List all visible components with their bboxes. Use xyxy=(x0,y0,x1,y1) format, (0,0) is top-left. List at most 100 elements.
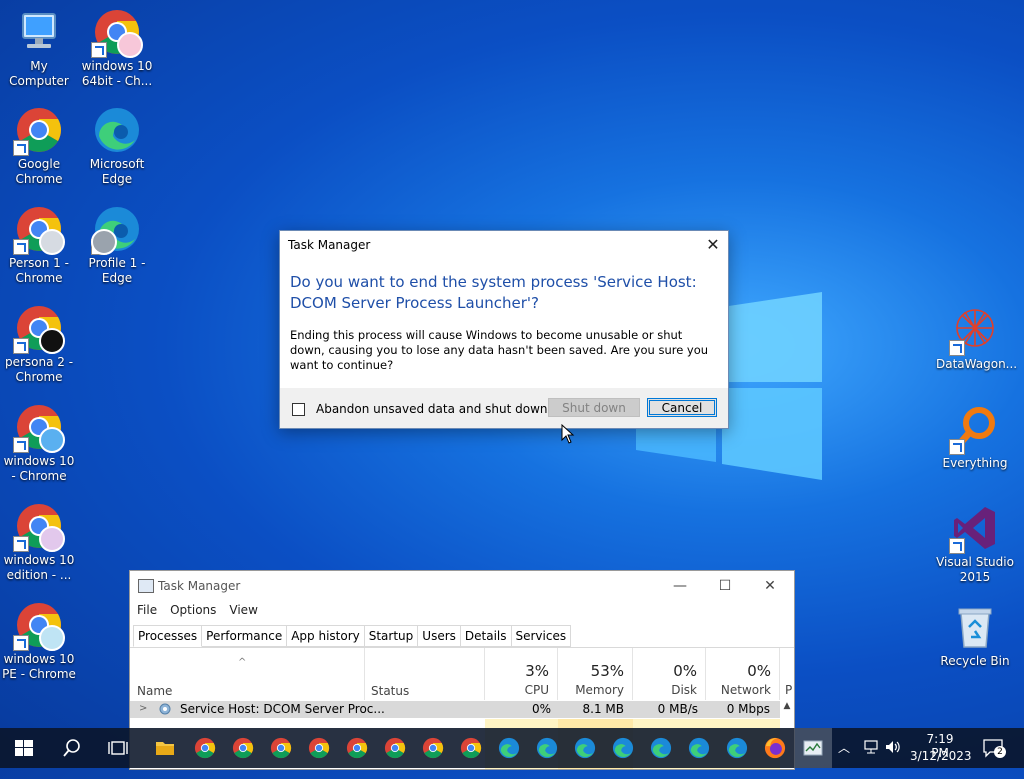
desktop-icon-persona2-chrome[interactable]: persona 2 - Chrome xyxy=(0,304,78,385)
network-icon[interactable] xyxy=(862,739,880,779)
taskbar-edge-5[interactable] xyxy=(642,728,680,768)
task-manager-titlebar[interactable]: Task Manager — ☐ ✕ xyxy=(130,571,794,601)
abandon-data-checkbox[interactable] xyxy=(292,403,305,416)
abandon-data-label[interactable]: Abandon unsaved data and shut down. xyxy=(316,402,551,416)
taskbar-edge-4[interactable] xyxy=(604,728,642,768)
taskbar-chrome-2[interactable] xyxy=(224,728,262,768)
start-button[interactable] xyxy=(5,728,43,768)
process-disk: 0 MB/s xyxy=(657,702,698,716)
cpu-label: CPU xyxy=(524,683,549,697)
shutdown-button[interactable]: Shut down xyxy=(548,398,640,417)
dialog-heading: Do you want to end the system process 'S… xyxy=(290,273,697,312)
scroll-up-button[interactable]: ▲ xyxy=(780,701,794,718)
desktop-icon-my-computer[interactable]: My Computer xyxy=(0,8,78,89)
taskbar-chrome-5[interactable] xyxy=(338,728,376,768)
tab-processes[interactable]: Processes xyxy=(133,625,203,647)
desktop-icon-visual-studio-2015[interactable]: Visual Studio 2015 xyxy=(936,504,1014,585)
desktop-icon-datawagon[interactable]: DataWagon... xyxy=(936,306,1017,372)
expand-chevron-icon[interactable]: > xyxy=(139,703,147,714)
menu-file[interactable]: File xyxy=(137,603,157,617)
taskbar-edge-3[interactable] xyxy=(566,728,604,768)
task-view-icon xyxy=(108,741,128,755)
taskbar-firefox[interactable] xyxy=(756,728,794,768)
cancel-button[interactable]: Cancel xyxy=(647,398,717,417)
edge-icon xyxy=(95,108,139,152)
tab-users[interactable]: Users xyxy=(418,625,461,647)
chrome-icon xyxy=(460,737,482,759)
clock-date[interactable]: 3/12/2023 xyxy=(910,749,972,763)
desktop-icon-microsoft-edge[interactable]: Microsoft Edge xyxy=(78,106,156,187)
desktop-icon-windows10-edition-chrome[interactable]: windows 10 edition - ... xyxy=(0,502,78,583)
windows-start-icon xyxy=(15,740,33,756)
edge-icon xyxy=(498,737,520,759)
taskbar-task-manager[interactable] xyxy=(794,728,832,768)
profile-badge-icon xyxy=(39,427,65,453)
taskbar-edge-1[interactable] xyxy=(490,728,528,768)
taskbar-edge-6[interactable] xyxy=(680,728,718,768)
volume-icon[interactable] xyxy=(884,739,902,779)
dialog-close-button[interactable]: ✕ xyxy=(698,231,728,259)
taskbar-chrome-1[interactable] xyxy=(186,728,224,768)
network-label: Network xyxy=(720,683,771,697)
edge-icon xyxy=(688,737,710,759)
desktop-icon-label: Google Chrome xyxy=(15,157,63,186)
task-manager-icon xyxy=(803,740,823,756)
tab-services[interactable]: Services xyxy=(511,625,572,647)
folder-icon xyxy=(156,742,174,755)
taskbar-chrome-6[interactable] xyxy=(376,728,414,768)
network-percent: 0% xyxy=(747,662,771,680)
column-header-cpu[interactable]: 3% CPU xyxy=(485,648,558,700)
task-view-button[interactable] xyxy=(99,728,137,768)
minimize-button[interactable]: — xyxy=(660,575,700,597)
column-header-power[interactable]: P xyxy=(785,683,792,697)
taskbar-edge-2[interactable] xyxy=(528,728,566,768)
desktop-icon-recycle-bin[interactable]: Recycle Bin xyxy=(936,603,1014,669)
taskbar-chrome-7[interactable] xyxy=(414,728,452,768)
desktop-icon-windows10-pe-chrome[interactable]: windows 10 PE - Chrome xyxy=(0,601,78,682)
taskbar-file-explorer[interactable] xyxy=(146,728,184,768)
taskbar-chrome-4[interactable] xyxy=(300,728,338,768)
taskbar-chrome-8[interactable] xyxy=(452,728,490,768)
dialog-title: Task Manager xyxy=(288,238,371,252)
desktop-icon-windows10-chrome[interactable]: windows 10 - Chrome xyxy=(0,403,78,484)
task-manager-menubar: File Options View xyxy=(130,603,264,621)
tab-startup[interactable]: Startup xyxy=(364,625,419,647)
menu-options[interactable]: Options xyxy=(170,603,216,617)
chrome-icon xyxy=(232,737,254,759)
desktop-icon-label: My Computer xyxy=(9,59,69,88)
menu-view[interactable]: View xyxy=(229,603,257,617)
column-header-network[interactable]: 0% Network xyxy=(706,648,780,700)
desktop-icon-label: Visual Studio 2015 xyxy=(936,555,1014,584)
task-manager-tabs: Processes Performance App history Startu… xyxy=(133,625,572,647)
desktop-icon-google-chrome[interactable]: Google Chrome xyxy=(0,106,78,187)
desktop-icon-label: windows 10 PE - Chrome xyxy=(2,652,76,681)
desktop-icon-label: windows 10 - Chrome xyxy=(3,454,75,483)
table-row[interactable]: > Service Host: DCOM Server Proc... 0% 8… xyxy=(130,701,780,718)
column-header-memory[interactable]: 53% Memory xyxy=(558,648,633,700)
desktop-icon-everything[interactable]: Everything xyxy=(936,405,1014,471)
task-manager-icon xyxy=(138,579,154,593)
search-icon xyxy=(63,739,80,757)
column-header-disk[interactable]: 0% Disk xyxy=(633,648,706,700)
show-hidden-icons-chevron-icon[interactable]: ︿ xyxy=(838,739,850,779)
chrome-icon xyxy=(384,737,406,759)
mouse-cursor-icon xyxy=(561,424,575,444)
desktop-icon-label: Profile 1 - Edge xyxy=(88,256,146,285)
tab-details[interactable]: Details xyxy=(460,625,512,647)
taskbar-chrome-3[interactable] xyxy=(262,728,300,768)
cpu-percent: 3% xyxy=(525,662,549,680)
maximize-button[interactable]: ☐ xyxy=(705,575,745,597)
dialog-message: Ending this process will cause Windows t… xyxy=(290,328,709,372)
taskbar-edge-7[interactable] xyxy=(718,728,756,768)
profile-badge-icon xyxy=(39,526,65,552)
process-cpu: 0% xyxy=(531,702,551,716)
search-button[interactable] xyxy=(53,728,91,768)
tab-performance[interactable]: Performance xyxy=(202,625,288,647)
recycle-bin-icon xyxy=(958,608,992,648)
tab-app-history[interactable]: App history xyxy=(287,625,365,647)
desktop-icon-windows10-64bit-chrome[interactable]: windows 10 64bit - Ch... xyxy=(78,8,156,89)
desktop-icon-profile1-edge[interactable]: Profile 1 - Edge xyxy=(78,205,156,286)
close-button[interactable]: ✕ xyxy=(750,575,790,597)
action-center-button[interactable]: 2 xyxy=(982,738,1008,758)
desktop-icon-person1-chrome[interactable]: Person 1 - Chrome xyxy=(0,205,78,286)
